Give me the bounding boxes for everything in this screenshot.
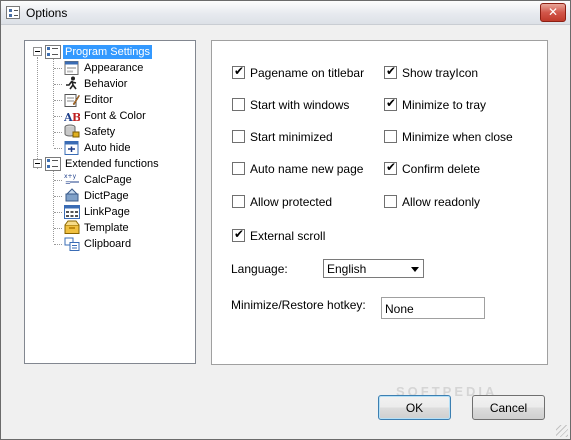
tree-label: CalcPage [84, 174, 132, 186]
program-settings-panel: Pagename on titlebar Show trayIcon Start… [211, 40, 548, 365]
checkbox-box[interactable] [232, 98, 245, 111]
language-label: Language: [231, 262, 288, 276]
tree-label: LinkPage [84, 206, 130, 218]
tree-node-appearance[interactable]: Appearance [54, 60, 194, 76]
checkbox-box[interactable] [384, 96, 397, 111]
show-trayicon-checkbox[interactable]: Show trayIcon [384, 64, 504, 81]
behavior-icon [66, 76, 77, 90]
language-select[interactable]: English [323, 259, 424, 278]
svg-text:B: B [72, 111, 80, 123]
tree-node-auto-hide[interactable]: Auto hide [54, 140, 194, 156]
ok-button[interactable]: OK [378, 395, 451, 420]
tree-label: Appearance [84, 62, 144, 74]
calc-icon: x+y = [64, 173, 79, 186]
allow-protected-checkbox[interactable]: Allow protected [232, 194, 372, 210]
collapse-toggle-icon[interactable] [33, 47, 42, 56]
tree-node-clipboard[interactable]: Clipboard [54, 236, 194, 252]
tree-label: Behavior [84, 78, 128, 90]
tree-label: Font & Color [84, 110, 146, 122]
tree-label: Safety [84, 126, 116, 138]
tree-node-template[interactable]: Template [54, 220, 194, 236]
tree-node-dictpage[interactable]: DictPage [54, 188, 194, 204]
chevron-down-icon[interactable] [407, 260, 423, 277]
confirm-delete-checkbox[interactable]: Confirm delete [384, 160, 504, 177]
close-icon: ✕ [547, 5, 559, 19]
checkbox-box[interactable] [384, 160, 397, 175]
tree-node-linkpage[interactable]: LinkPage [54, 204, 194, 220]
hotkey-value: None [385, 302, 414, 316]
checkbox-box[interactable] [232, 195, 245, 208]
resize-grip-icon[interactable] [556, 425, 568, 437]
tree-node-program-settings[interactable]: Program Settings [28, 44, 193, 60]
tree-label: Editor [84, 94, 113, 106]
checkbox-box[interactable] [232, 130, 245, 143]
template-icon [64, 220, 80, 234]
settings-list-icon [45, 45, 61, 59]
checkbox-box[interactable] [232, 64, 245, 79]
editor-icon [64, 94, 80, 107]
hotkey-input[interactable]: None [381, 297, 485, 319]
checkbox-box[interactable] [384, 130, 397, 143]
allow-readonly-checkbox[interactable]: Allow readonly [384, 194, 504, 210]
auto-hide-icon [64, 141, 79, 155]
settings-tree[interactable]: Program Settings Appearance Behavior Edi… [24, 40, 196, 364]
dict-icon [65, 188, 79, 202]
tree-node-behavior[interactable]: Behavior [54, 76, 194, 92]
tree-label: Template [84, 222, 129, 234]
clipboard-icon [64, 237, 80, 251]
tree-node-calcpage[interactable]: x+y = CalcPage [54, 172, 194, 188]
start-with-windows-checkbox[interactable]: Start with windows [232, 97, 372, 113]
font-color-icon: A B [64, 111, 80, 123]
options-dialog: Options ✕ Program Settings Appearance Be… [0, 0, 571, 440]
tree-label: DictPage [84, 190, 129, 202]
app-icon [6, 6, 20, 19]
start-minimized-checkbox[interactable]: Start minimized [232, 129, 372, 145]
tree-node-safety[interactable]: Safety [54, 124, 194, 140]
minimize-when-close-checkbox[interactable]: Minimize when close [384, 129, 524, 145]
tree-label: Program Settings [63, 45, 152, 59]
external-scroll-checkbox[interactable]: External scroll [232, 227, 372, 244]
tree-label: Clipboard [84, 238, 132, 250]
auto-name-new-page-checkbox[interactable]: Auto name new page [232, 161, 372, 177]
tree-node-font-color[interactable]: A B Font & Color [54, 108, 194, 124]
tree-label: Extended functions [65, 158, 159, 170]
checkbox-box[interactable] [232, 162, 245, 175]
window-title: Options [26, 6, 68, 20]
appearance-icon [64, 61, 79, 75]
checkbox-box[interactable] [384, 195, 397, 208]
language-value: English [327, 262, 367, 276]
tree-node-extended-functions[interactable]: Extended functions [28, 156, 193, 172]
tree-label: Auto hide [84, 142, 131, 154]
link-icon [64, 205, 80, 219]
title-bar[interactable]: Options ✕ [1, 1, 570, 25]
hotkey-label: Minimize/Restore hotkey: [231, 298, 366, 312]
safety-icon [64, 124, 80, 138]
cancel-button[interactable]: Cancel [472, 395, 545, 420]
checkbox-box[interactable] [384, 64, 397, 79]
collapse-toggle-icon[interactable] [33, 159, 42, 168]
pagename-on-titlebar-checkbox[interactable]: Pagename on titlebar [232, 64, 372, 81]
tree-node-editor[interactable]: Editor [54, 92, 194, 108]
checkbox-box[interactable] [232, 227, 245, 242]
extended-list-icon [45, 157, 61, 171]
close-button[interactable]: ✕ [540, 3, 566, 22]
minimize-to-tray-checkbox[interactable]: Minimize to tray [384, 96, 504, 113]
